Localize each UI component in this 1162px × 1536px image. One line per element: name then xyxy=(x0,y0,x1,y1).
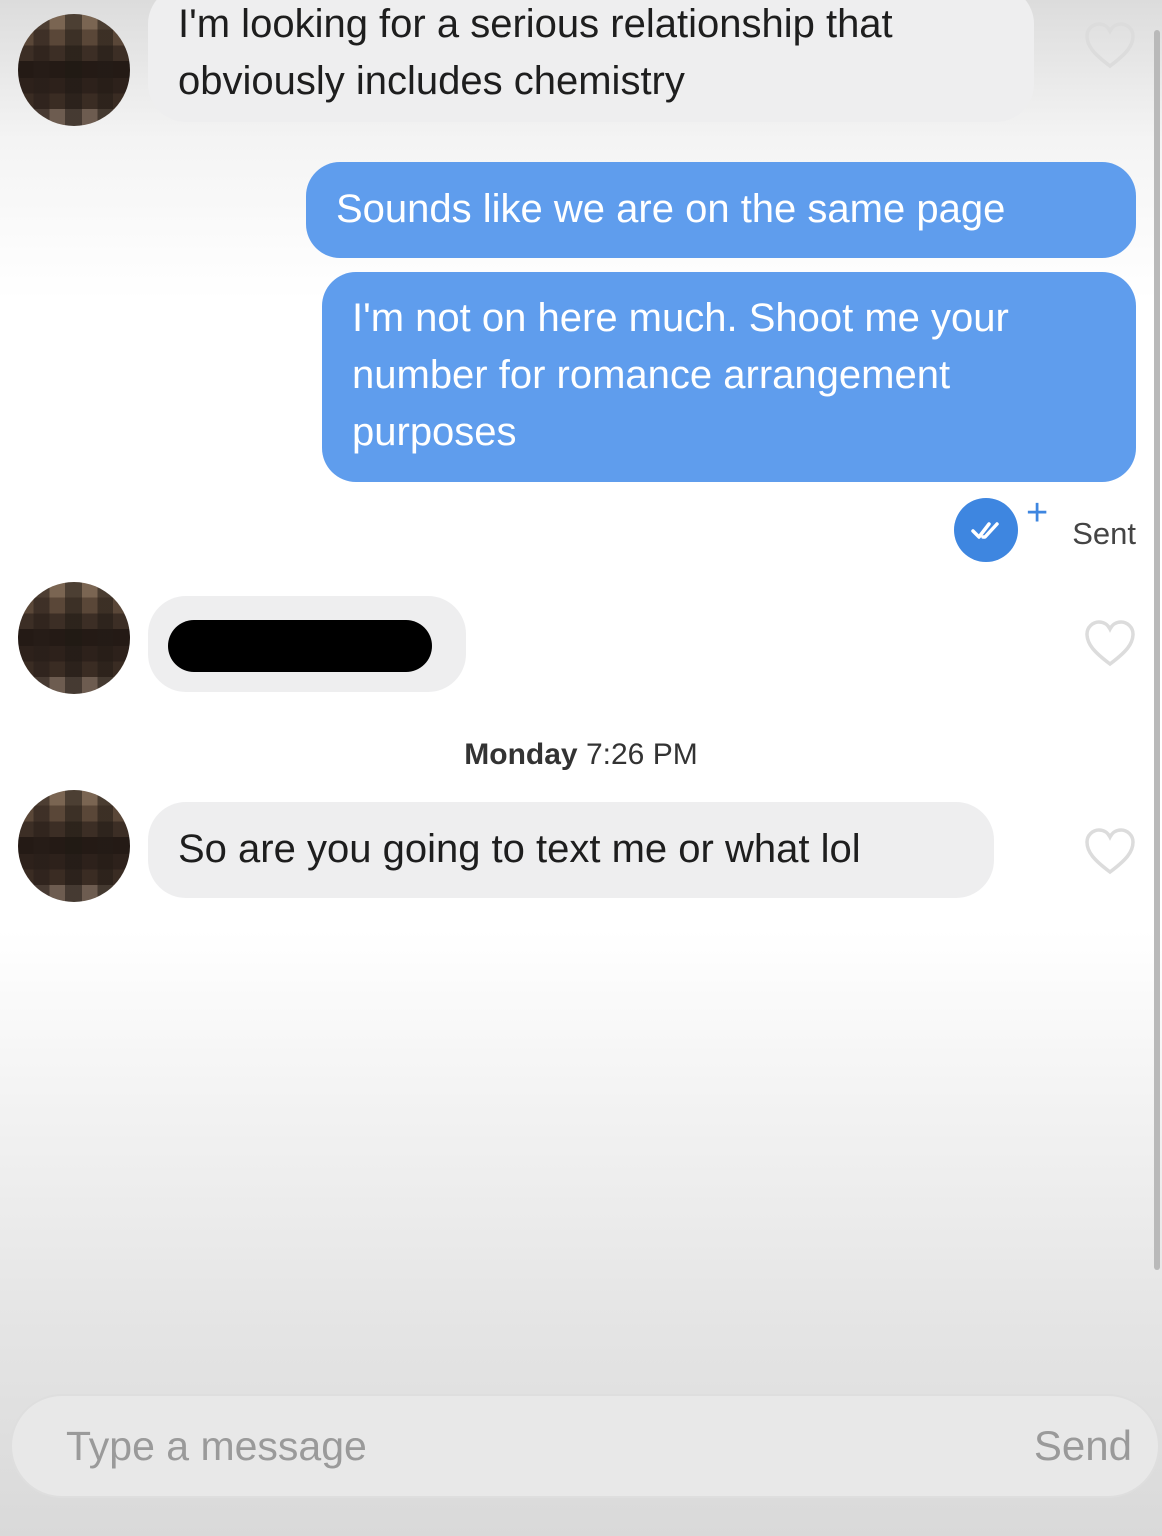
message-input[interactable] xyxy=(66,1414,866,1478)
outgoing-message-bubble: Sounds like we are on the same page xyxy=(306,162,1136,258)
message-text-line: number for romance arrangement xyxy=(352,353,951,397)
timestamp: Monday 7:26 PM xyxy=(0,738,1162,772)
message-text: Sounds like we are on the same page xyxy=(336,187,1006,231)
plus-icon[interactable]: + xyxy=(1026,492,1048,535)
incoming-message-bubble: I'm looking for a serious relationship t… xyxy=(148,0,1034,122)
avatar[interactable] xyxy=(18,790,130,902)
message-text-line: purposes xyxy=(352,410,517,454)
message-text-line: obviously includes chemistry xyxy=(178,59,685,103)
send-button[interactable]: Send xyxy=(1034,1418,1132,1474)
timestamp-time: 7:26 PM xyxy=(585,738,698,771)
redaction-bar xyxy=(168,620,432,672)
incoming-message-bubble: So are you going to text me or what lol xyxy=(148,802,994,898)
heart-icon[interactable] xyxy=(1084,22,1136,70)
message-composer: Send xyxy=(12,1396,1158,1496)
message-text-line: I'm not on here much. Shoot me your xyxy=(352,296,1009,340)
scrollbar[interactable] xyxy=(1154,30,1160,1270)
avatar[interactable] xyxy=(18,582,130,694)
avatar[interactable] xyxy=(18,14,130,126)
sent-label: Sent xyxy=(1072,516,1136,551)
message-text: So are you going to text me or what lol xyxy=(178,827,861,871)
double-check-icon xyxy=(954,498,1018,562)
outgoing-message-bubble: I'm not on here much. Shoot me your numb… xyxy=(322,272,1136,482)
timestamp-day: Monday xyxy=(464,738,578,771)
message-text-line: I'm looking for a serious relationship t… xyxy=(178,2,893,46)
heart-icon[interactable] xyxy=(1084,620,1136,668)
heart-icon[interactable] xyxy=(1084,828,1136,876)
